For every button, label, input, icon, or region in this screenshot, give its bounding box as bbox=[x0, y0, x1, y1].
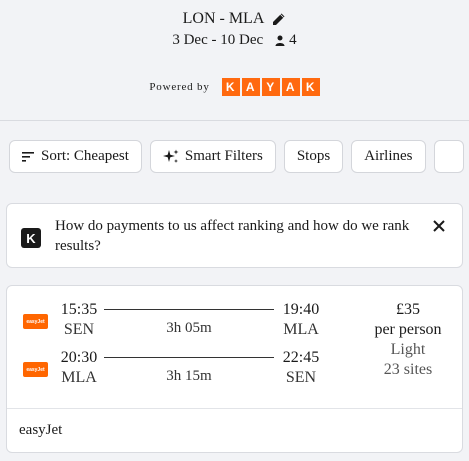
leg-line bbox=[104, 357, 274, 358]
airline-logo: easyJet bbox=[23, 362, 48, 377]
dates-text: 3 Dec - 10 Dec bbox=[172, 31, 264, 48]
sort-chip[interactable]: Sort: Cheapest bbox=[9, 140, 142, 173]
departure: 15:35 SEN bbox=[57, 300, 101, 340]
departure-time: 20:30 bbox=[60, 349, 98, 366]
travelers-number: 4 bbox=[289, 31, 297, 48]
carrier-name: easyJet bbox=[19, 422, 63, 438]
departure-airport: SEN bbox=[63, 321, 95, 338]
search-summary-header: LON - MLA 3 Dec - 10 Dec 4 Powered by K … bbox=[0, 0, 469, 125]
airlines-chip[interactable]: Airlines bbox=[351, 140, 426, 173]
stops-chip[interactable]: Stops bbox=[283, 140, 344, 173]
ranking-info-text[interactable]: How do payments to us affect ranking and… bbox=[55, 216, 415, 256]
dates-row[interactable]: 3 Dec - 10 Dec 4 bbox=[0, 30, 469, 50]
close-icon[interactable] bbox=[431, 218, 447, 234]
more-filter-chip[interactable] bbox=[433, 140, 464, 173]
price: £35 bbox=[396, 301, 420, 318]
flight-result-card[interactable]: easyJet 15:35 SEN 3h 05m 19:40 MLA easyJ… bbox=[6, 285, 463, 453]
route-row[interactable]: LON - MLA bbox=[0, 8, 469, 30]
sites-count: 23 sites bbox=[383, 361, 433, 378]
stops-chip-label: Stops bbox=[296, 148, 331, 164]
kayak-logo-letter: K bbox=[221, 78, 240, 96]
powered-by-label: Powered by bbox=[149, 81, 210, 93]
route-text: LON - MLA bbox=[182, 10, 265, 27]
price-unit: per person bbox=[374, 321, 442, 338]
ranking-info-banner[interactable]: K How do payments to us affect ranking a… bbox=[6, 203, 463, 268]
kayak-logo-letter: A bbox=[281, 78, 300, 96]
sort-icon bbox=[22, 151, 34, 162]
departure-time: 15:35 bbox=[60, 301, 98, 318]
arrival: 22:45 SEN bbox=[279, 348, 323, 388]
flight-duration: 3h 15m bbox=[166, 368, 212, 384]
kayak-logo: K A Y A K bbox=[221, 78, 320, 96]
return-leg: easyJet 20:30 MLA 3h 15m 22:45 SEN bbox=[7, 348, 347, 392]
edit-pencil-icon[interactable] bbox=[272, 12, 286, 26]
person-icon bbox=[275, 35, 285, 46]
airline-logo: easyJet bbox=[23, 314, 48, 329]
arrival-airport: MLA bbox=[283, 321, 319, 338]
fare-class: Light bbox=[390, 341, 426, 358]
arrival: 19:40 MLA bbox=[279, 300, 323, 340]
powered-by-row: Powered by K A Y A K bbox=[0, 78, 469, 96]
card-divider bbox=[7, 408, 462, 409]
smart-filters-chip[interactable]: Smart Filters bbox=[149, 140, 276, 173]
kayak-logo-letter: A bbox=[241, 78, 260, 96]
arrival-time: 22:45 bbox=[282, 349, 320, 366]
flight-duration: 3h 05m bbox=[166, 320, 212, 336]
header-divider bbox=[0, 120, 469, 121]
smart-filters-label: Smart Filters bbox=[184, 148, 263, 164]
arrival-time: 19:40 bbox=[282, 301, 320, 318]
sort-chip-label: Sort: Cheapest bbox=[41, 148, 129, 164]
filter-bar: Sort: Cheapest Smart Filters Stops Airli… bbox=[9, 140, 464, 174]
airlines-chip-label: Airlines bbox=[364, 148, 413, 164]
sparkle-icon bbox=[162, 149, 179, 163]
outbound-leg: easyJet 15:35 SEN 3h 05m 19:40 MLA bbox=[7, 300, 347, 344]
price-block[interactable]: £35 per person Light 23 sites bbox=[363, 300, 453, 380]
kayak-logo-letter: Y bbox=[261, 78, 280, 96]
departure-airport: MLA bbox=[61, 369, 97, 386]
arrival-airport: SEN bbox=[285, 369, 317, 386]
leg-line bbox=[104, 309, 274, 310]
kayak-k-icon: K bbox=[21, 228, 41, 248]
kayak-logo-letter: K bbox=[301, 78, 320, 96]
departure: 20:30 MLA bbox=[57, 348, 101, 388]
travelers-count: 4 bbox=[275, 32, 297, 49]
